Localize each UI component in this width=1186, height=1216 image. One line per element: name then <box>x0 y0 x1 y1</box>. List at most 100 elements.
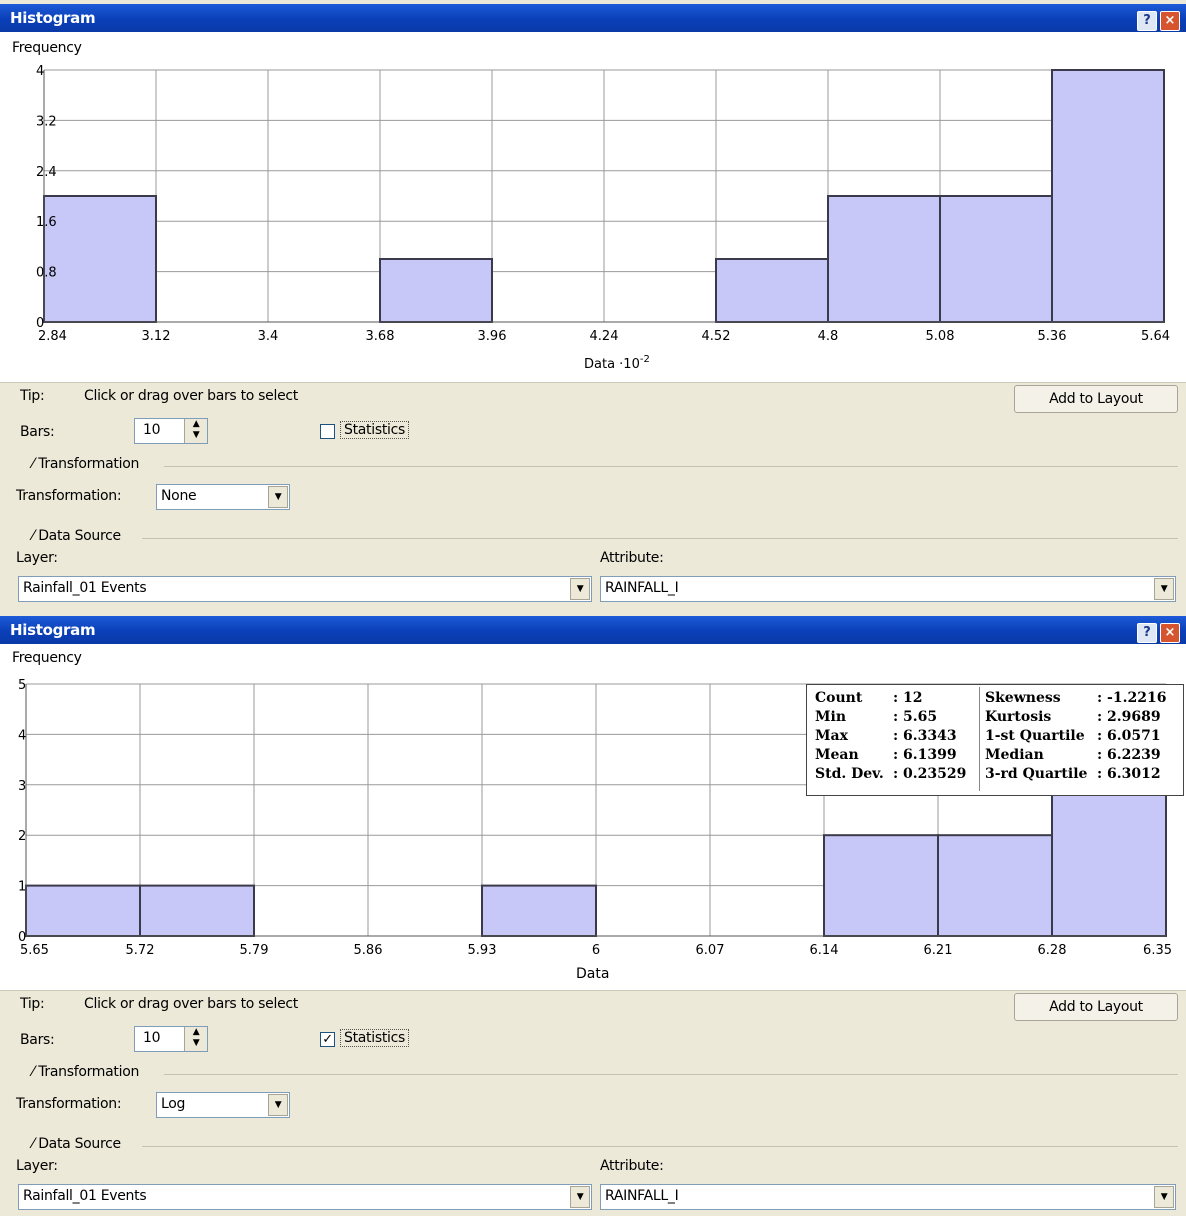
stat-value: : 6.0571 <box>1097 728 1161 744</box>
attribute-value: RAINFALL_I <box>605 580 679 596</box>
stat-name: Min <box>815 709 846 725</box>
bars-value: 10 <box>143 1030 161 1046</box>
x-tick-label: 4.8 <box>818 329 839 344</box>
x-tick-label: 3.4 <box>258 329 279 344</box>
chevron-down-icon[interactable]: ▼ <box>268 486 288 508</box>
group-divider <box>142 538 1178 539</box>
stat-value: : -1.2216 <box>1097 690 1167 706</box>
transformation-label: Transformation: <box>16 488 122 504</box>
layer-value: Rainfall_01 Events <box>23 1188 147 1204</box>
tip-text: Click or drag over bars to select <box>84 388 298 404</box>
chevron-down-icon[interactable]: ▼ <box>570 578 590 600</box>
histogram-bar <box>715 258 829 323</box>
histogram-chart[interactable]: Frequency 5.65 5.72 5.79 5.86 5.93 6 6.07 6.14 6… <box>0 644 1186 991</box>
attribute-label: Attribute: <box>600 550 664 566</box>
layer-select[interactable]: Rainfall_01 Events ▼ <box>18 576 592 602</box>
spinner-arrows-icon[interactable]: ▲ ▼ <box>184 419 207 443</box>
histogram-bar <box>139 884 255 938</box>
data-source-group-title: ⁄ Data Source <box>32 1136 121 1152</box>
x-tick-label: 5.08 <box>926 329 955 344</box>
window-title: Histogram <box>10 9 96 27</box>
x-tick-label: 5.72 <box>126 943 155 958</box>
bars-label: Bars: <box>20 1032 55 1048</box>
title-bar[interactable]: Histogram ? × <box>0 616 1186 644</box>
close-icon[interactable]: × <box>1160 623 1180 643</box>
stats-left-values: : 12: 5.65: 6.3343: 6.1399: 0.23529 <box>893 689 966 784</box>
stat-name: Count <box>815 690 863 706</box>
y-tick-label: 0.8 <box>36 266 57 281</box>
statistics-checkbox[interactable] <box>320 424 335 439</box>
attribute-value: RAINFALL_I <box>605 1188 679 1204</box>
transformation-select[interactable]: Log ▼ <box>156 1092 290 1118</box>
attribute-select[interactable]: RAINFALL_I ▼ <box>600 576 1176 602</box>
add-to-layout-button[interactable]: Add to Layout <box>1014 993 1178 1021</box>
stat-name: Std. Dev. <box>815 766 884 782</box>
x-tick-label: 5.93 <box>468 943 497 958</box>
stat-name: Median <box>985 747 1044 763</box>
histogram-plot: 2.84 3.12 3.4 3.68 3.96 4.24 4.52 4.8 5.08 5.36 5.… <box>36 64 1170 372</box>
data-source-group-label: Data Source <box>38 528 121 544</box>
stat-value: : 5.65 <box>893 709 938 725</box>
spinner-arrows-icon[interactable]: ▲ ▼ <box>184 1027 207 1051</box>
close-icon[interactable]: × <box>1160 11 1180 31</box>
x-tick-label: 6.21 <box>924 943 953 958</box>
stat-name: 3-rd Quartile <box>985 766 1088 782</box>
x-tick-label: 3.68 <box>366 329 395 344</box>
attribute-select[interactable]: RAINFALL_I ▼ <box>600 1184 1176 1210</box>
stat-name: Mean <box>815 747 859 763</box>
stats-divider <box>979 687 980 791</box>
tip-label: Tip: <box>20 996 45 1012</box>
stat-value: : 12 <box>893 690 923 706</box>
control-panel: Tip: Click or drag over bars to select A… <box>0 382 1186 608</box>
statistics-label[interactable]: Statistics <box>340 1029 409 1047</box>
stat-value: : 6.3012 <box>1097 766 1161 782</box>
x-tick-label: 3.96 <box>478 329 507 344</box>
chevron-down-icon[interactable]: ▼ <box>268 1094 288 1116</box>
transformation-select[interactable]: None ▼ <box>156 484 290 510</box>
group-divider <box>142 1146 1178 1147</box>
transformation-group-title: ⁄ Transformation <box>32 1064 140 1080</box>
histogram-chart[interactable]: Frequency 2.84 3.12 3.4 3.68 3.96 4.24 4.52 4.8… <box>0 32 1186 383</box>
x-tick-label: 5.36 <box>1038 329 1067 344</box>
stats-right-values: : -1.2216: 2.9689: 6.0571: 6.2239: 6.301… <box>1097 689 1166 784</box>
help-icon[interactable]: ? <box>1137 623 1157 643</box>
attribute-label: Attribute: <box>600 1158 664 1174</box>
y-tick-label: 3.2 <box>36 114 57 129</box>
chevron-down-icon[interactable]: ▼ <box>1154 1186 1174 1208</box>
histogram-bar <box>379 258 493 323</box>
transformation-value: None <box>161 488 197 504</box>
title-bar[interactable]: Histogram ? × <box>0 4 1186 32</box>
y-tick-label: 4 <box>18 728 26 743</box>
x-tick-label: 6.14 <box>810 943 839 958</box>
x-tick-label: 6.28 <box>1038 943 1067 958</box>
chevron-down-icon[interactable]: ▼ <box>1154 578 1174 600</box>
x-tick-label: 6.35 <box>1143 943 1172 958</box>
histogram-bar <box>481 884 597 938</box>
tip-text: Click or drag over bars to select <box>84 996 298 1012</box>
statistics-checkbox[interactable]: ✓ <box>320 1032 335 1047</box>
histogram-bar <box>939 195 1053 323</box>
layer-label: Layer: <box>16 1158 58 1174</box>
layer-select[interactable]: Rainfall_01 Events ▼ <box>18 1184 592 1210</box>
x-tick-label: 4.52 <box>702 329 731 344</box>
histogram-window-2: Histogram ? × Frequency 5.65 5.72 5.79 5.86… <box>0 608 1186 1216</box>
x-tick-label: 5.64 <box>1141 329 1170 344</box>
help-icon[interactable]: ? <box>1137 11 1157 31</box>
x-axis-label-exponent: -2 <box>640 354 650 365</box>
bars-spinner[interactable]: 10 ▲ ▼ <box>134 1026 208 1052</box>
statistics-label[interactable]: Statistics <box>340 421 409 439</box>
bars-spinner[interactable]: 10 ▲ ▼ <box>134 418 208 444</box>
transformation-group-title: ⁄ Transformation <box>32 456 140 472</box>
stat-value: : 6.2239 <box>1097 747 1161 763</box>
histogram-bar <box>1051 69 1165 323</box>
statistics-box: Count Min Max Mean Std. Dev. : 12: 5.65: 6.3… <box>806 684 1184 796</box>
tip-label: Tip: <box>20 388 45 404</box>
group-divider <box>164 466 1178 467</box>
x-tick-label: 6 <box>592 943 600 958</box>
y-tick-label: 4 <box>36 64 44 79</box>
stat-name: Skewness <box>985 690 1061 706</box>
stat-value: : 6.3343 <box>893 728 957 744</box>
add-to-layout-button[interactable]: Add to Layout <box>1014 385 1178 413</box>
chevron-down-icon[interactable]: ▼ <box>570 1186 590 1208</box>
window-title: Histogram <box>10 621 96 639</box>
